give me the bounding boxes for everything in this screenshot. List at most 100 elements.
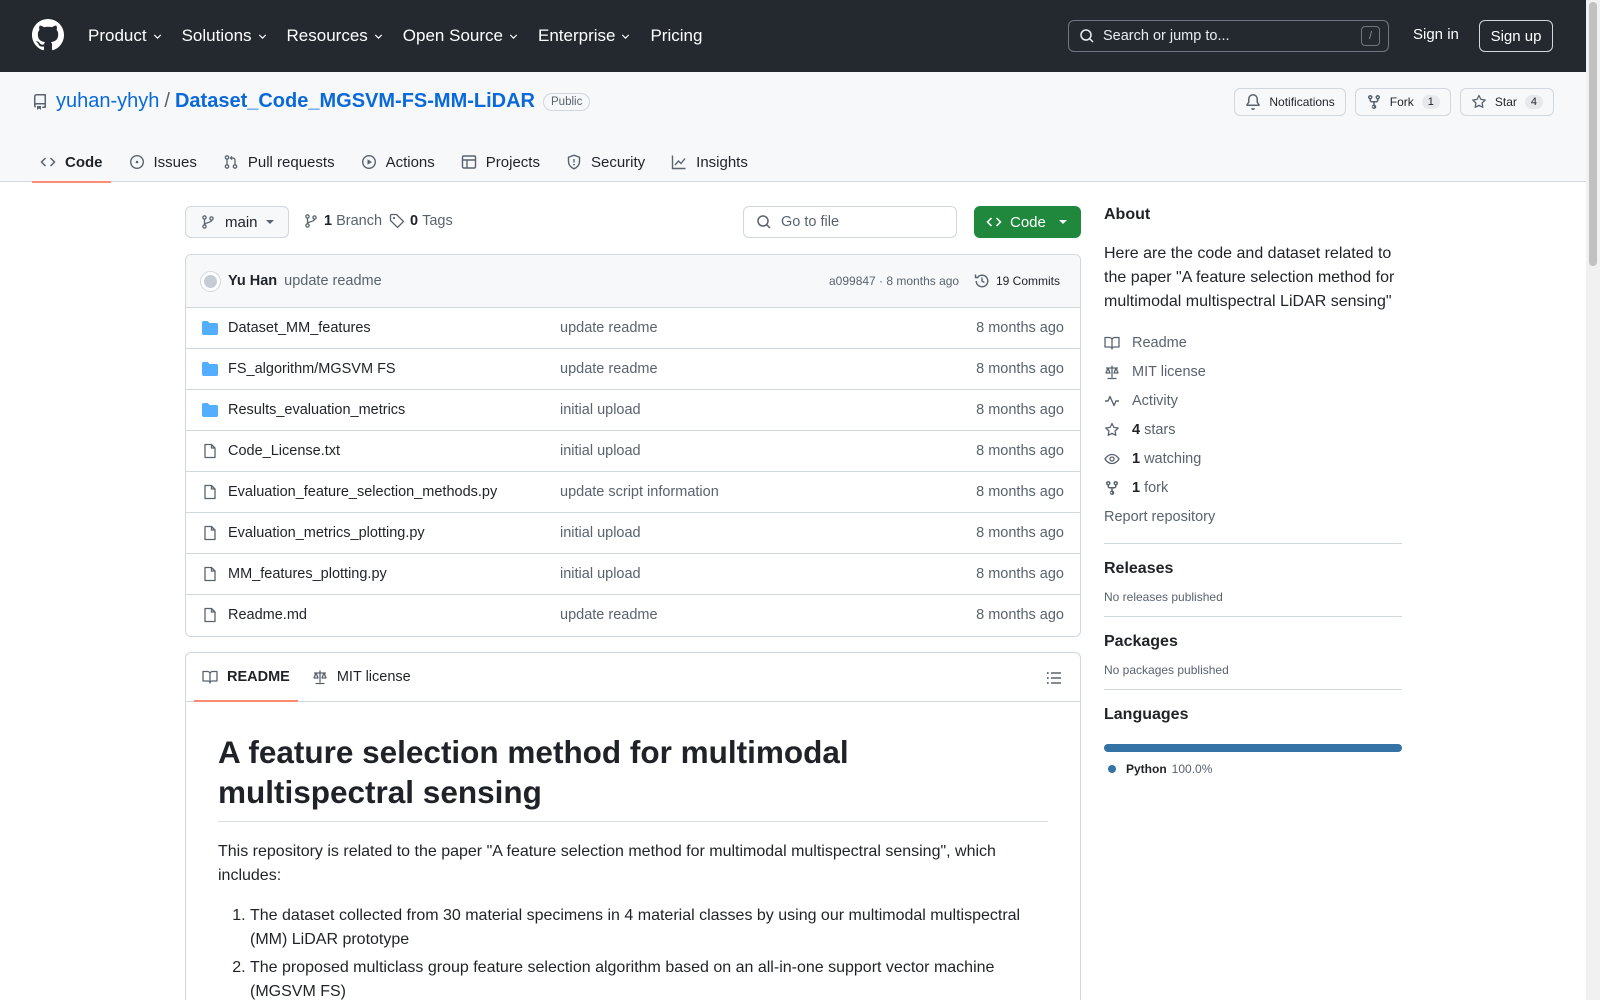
file-commit-message[interactable]: initial upload: [560, 566, 641, 582]
file-icon: [202, 525, 218, 541]
code-dropdown-button[interactable]: Code: [974, 206, 1081, 238]
divider: [1104, 543, 1402, 544]
global-search-input[interactable]: Search or jump to... /: [1068, 20, 1389, 52]
packages-empty: No packages published: [1104, 663, 1229, 677]
file-name-link[interactable]: Evaluation_feature_selection_methods.py: [228, 484, 497, 500]
commit-meta[interactable]: a099847 · 8 months ago: [829, 274, 959, 288]
github-logo-icon[interactable]: [32, 19, 64, 51]
sign-in-link[interactable]: Sign in: [1413, 26, 1459, 43]
file-name-link[interactable]: Readme.md: [228, 607, 307, 623]
nav-resources[interactable]: Resources: [287, 26, 385, 46]
report-repository-link[interactable]: Report repository: [1104, 502, 1402, 531]
nav-pricing-label: Pricing: [650, 26, 703, 45]
nav-open-source[interactable]: Open Source: [403, 26, 520, 46]
fork-label: Fork: [1389, 95, 1414, 109]
language-item[interactable]: Python 100.0%: [1104, 762, 1402, 776]
releases-empty: No releases published: [1104, 590, 1223, 604]
page-scrollbar[interactable]: [1586, 0, 1600, 1000]
tags-link[interactable]: 0 Tags: [389, 213, 453, 229]
file-commit-message[interactable]: update readme: [560, 607, 658, 623]
file-row[interactable]: Readme.md update readme 8 months ago: [186, 595, 1080, 636]
stars-link[interactable]: 4 stars: [1104, 415, 1402, 444]
nav-open-source-label: Open Source: [402, 26, 503, 45]
file-commit-message[interactable]: initial upload: [560, 443, 641, 459]
file-rows: Dataset_MM_features update readme 8 months…: [186, 308, 1080, 636]
commit-author[interactable]: Yu Han: [228, 273, 277, 289]
star-label: Star: [1494, 95, 1517, 109]
folder-icon: [202, 402, 218, 418]
go-to-file-input[interactable]: Go to file: [743, 206, 957, 238]
file-name-link[interactable]: Code_License.txt: [228, 443, 340, 459]
nav-enterprise[interactable]: Enterprise: [538, 26, 632, 46]
tab-readme[interactable]: README: [194, 653, 298, 702]
tab-pull-requests[interactable]: Pull requests: [215, 142, 343, 182]
fork-button[interactable]: Fork 1: [1354, 88, 1451, 116]
file-row[interactable]: Results_evaluation_metrics initial upload…: [186, 390, 1080, 431]
file-name-link[interactable]: FS_algorithm/MGSVM FS: [228, 361, 396, 377]
watching-link[interactable]: 1 watching: [1104, 444, 1402, 473]
file-name-link[interactable]: Evaluation_metrics_plotting.py: [228, 525, 425, 541]
avatar[interactable]: [200, 270, 221, 292]
file-row[interactable]: Dataset_MM_features update readme 8 months…: [186, 308, 1080, 349]
repo-title: yuhan-yhyh / Dataset_Code_MGSVM-FS-MM-Li…: [32, 90, 591, 113]
tab-issues[interactable]: Issues: [121, 142, 205, 182]
commits-link[interactable]: 19 Commits: [974, 273, 1060, 289]
file-commit-age: 8 months ago: [976, 320, 1064, 336]
forks-link[interactable]: 1 fork: [1104, 473, 1402, 502]
tag-count: 0: [410, 213, 419, 229]
search-icon: [757, 215, 771, 229]
chevron-down-icon: [374, 33, 382, 39]
nav-enterprise-label: Enterprise: [537, 26, 616, 45]
file-commit-message[interactable]: update readme: [560, 320, 658, 336]
tab-projects-label: Projects: [485, 153, 540, 171]
repo-owner-link[interactable]: yuhan-yhyh: [56, 90, 159, 113]
readme-link[interactable]: Readme: [1104, 328, 1402, 357]
nav-solutions[interactable]: Solutions: [182, 26, 269, 46]
book-icon: [1104, 336, 1120, 350]
file-icon: [202, 443, 218, 459]
file-commit-message[interactable]: update script information: [560, 484, 719, 500]
divider: [1104, 689, 1402, 690]
fork-icon: [1367, 94, 1380, 110]
tab-code[interactable]: Code: [32, 142, 111, 183]
nav-pricing[interactable]: Pricing: [650, 26, 702, 46]
packages-heading[interactable]: Packages: [1104, 633, 1402, 651]
star-icon: [1105, 422, 1119, 436]
chevron-down-icon: [509, 33, 518, 39]
file-commit-message[interactable]: initial upload: [560, 525, 641, 541]
nav-product[interactable]: Product: [88, 26, 164, 46]
issue-icon: [129, 154, 144, 170]
file-name-link[interactable]: Results_evaluation_metrics: [228, 402, 405, 418]
tab-actions[interactable]: Actions: [353, 142, 443, 182]
license-link[interactable]: MIT license: [1104, 357, 1402, 386]
notifications-button[interactable]: Notifications: [1234, 88, 1346, 116]
file-row[interactable]: Evaluation_metrics_plotting.py initial up…: [186, 513, 1080, 554]
star-button[interactable]: Star 4: [1459, 88, 1554, 116]
file-commit-age: 8 months ago: [976, 566, 1064, 582]
activity-link[interactable]: Activity: [1104, 386, 1402, 415]
repo-name-link[interactable]: Dataset_Code_MGSVM-FS-MM-LiDAR: [175, 90, 535, 113]
file-row[interactable]: FS_algorithm/MGSVM FS update readme 8 mont…: [186, 349, 1080, 390]
scrollbar-thumb[interactable]: [1589, 2, 1597, 266]
about-description: Here are the code and dataset related to…: [1104, 245, 1395, 310]
file-name-link[interactable]: MM_features_plotting.py: [228, 566, 387, 582]
code-icon: [986, 217, 1002, 227]
tab-mit-license[interactable]: MIT license: [304, 653, 419, 701]
tab-security[interactable]: Security: [558, 142, 653, 182]
commit-message[interactable]: update readme: [284, 273, 382, 289]
search-shortcut-key: /: [1361, 26, 1380, 46]
file-name-link[interactable]: Dataset_MM_features: [228, 320, 371, 336]
repo-path-separator: /: [164, 90, 170, 112]
file-row[interactable]: Code_License.txt initial upload 8 months a…: [186, 431, 1080, 472]
file-row[interactable]: MM_features_plotting.py initial upload 8 m…: [186, 554, 1080, 595]
list-unordered-icon[interactable]: [1046, 670, 1062, 686]
file-commit-message[interactable]: update readme: [560, 361, 658, 377]
file-commit-message[interactable]: initial upload: [560, 402, 641, 418]
branch-selector-button[interactable]: main: [185, 206, 289, 238]
sign-up-button[interactable]: Sign up: [1479, 20, 1553, 52]
tab-insights[interactable]: Insights: [663, 142, 756, 182]
releases-heading[interactable]: Releases: [1104, 560, 1402, 578]
file-row[interactable]: Evaluation_feature_selection_methods.py u…: [186, 472, 1080, 513]
tab-projects[interactable]: Projects: [453, 142, 548, 182]
branches-link[interactable]: 1 Branch: [303, 213, 382, 229]
